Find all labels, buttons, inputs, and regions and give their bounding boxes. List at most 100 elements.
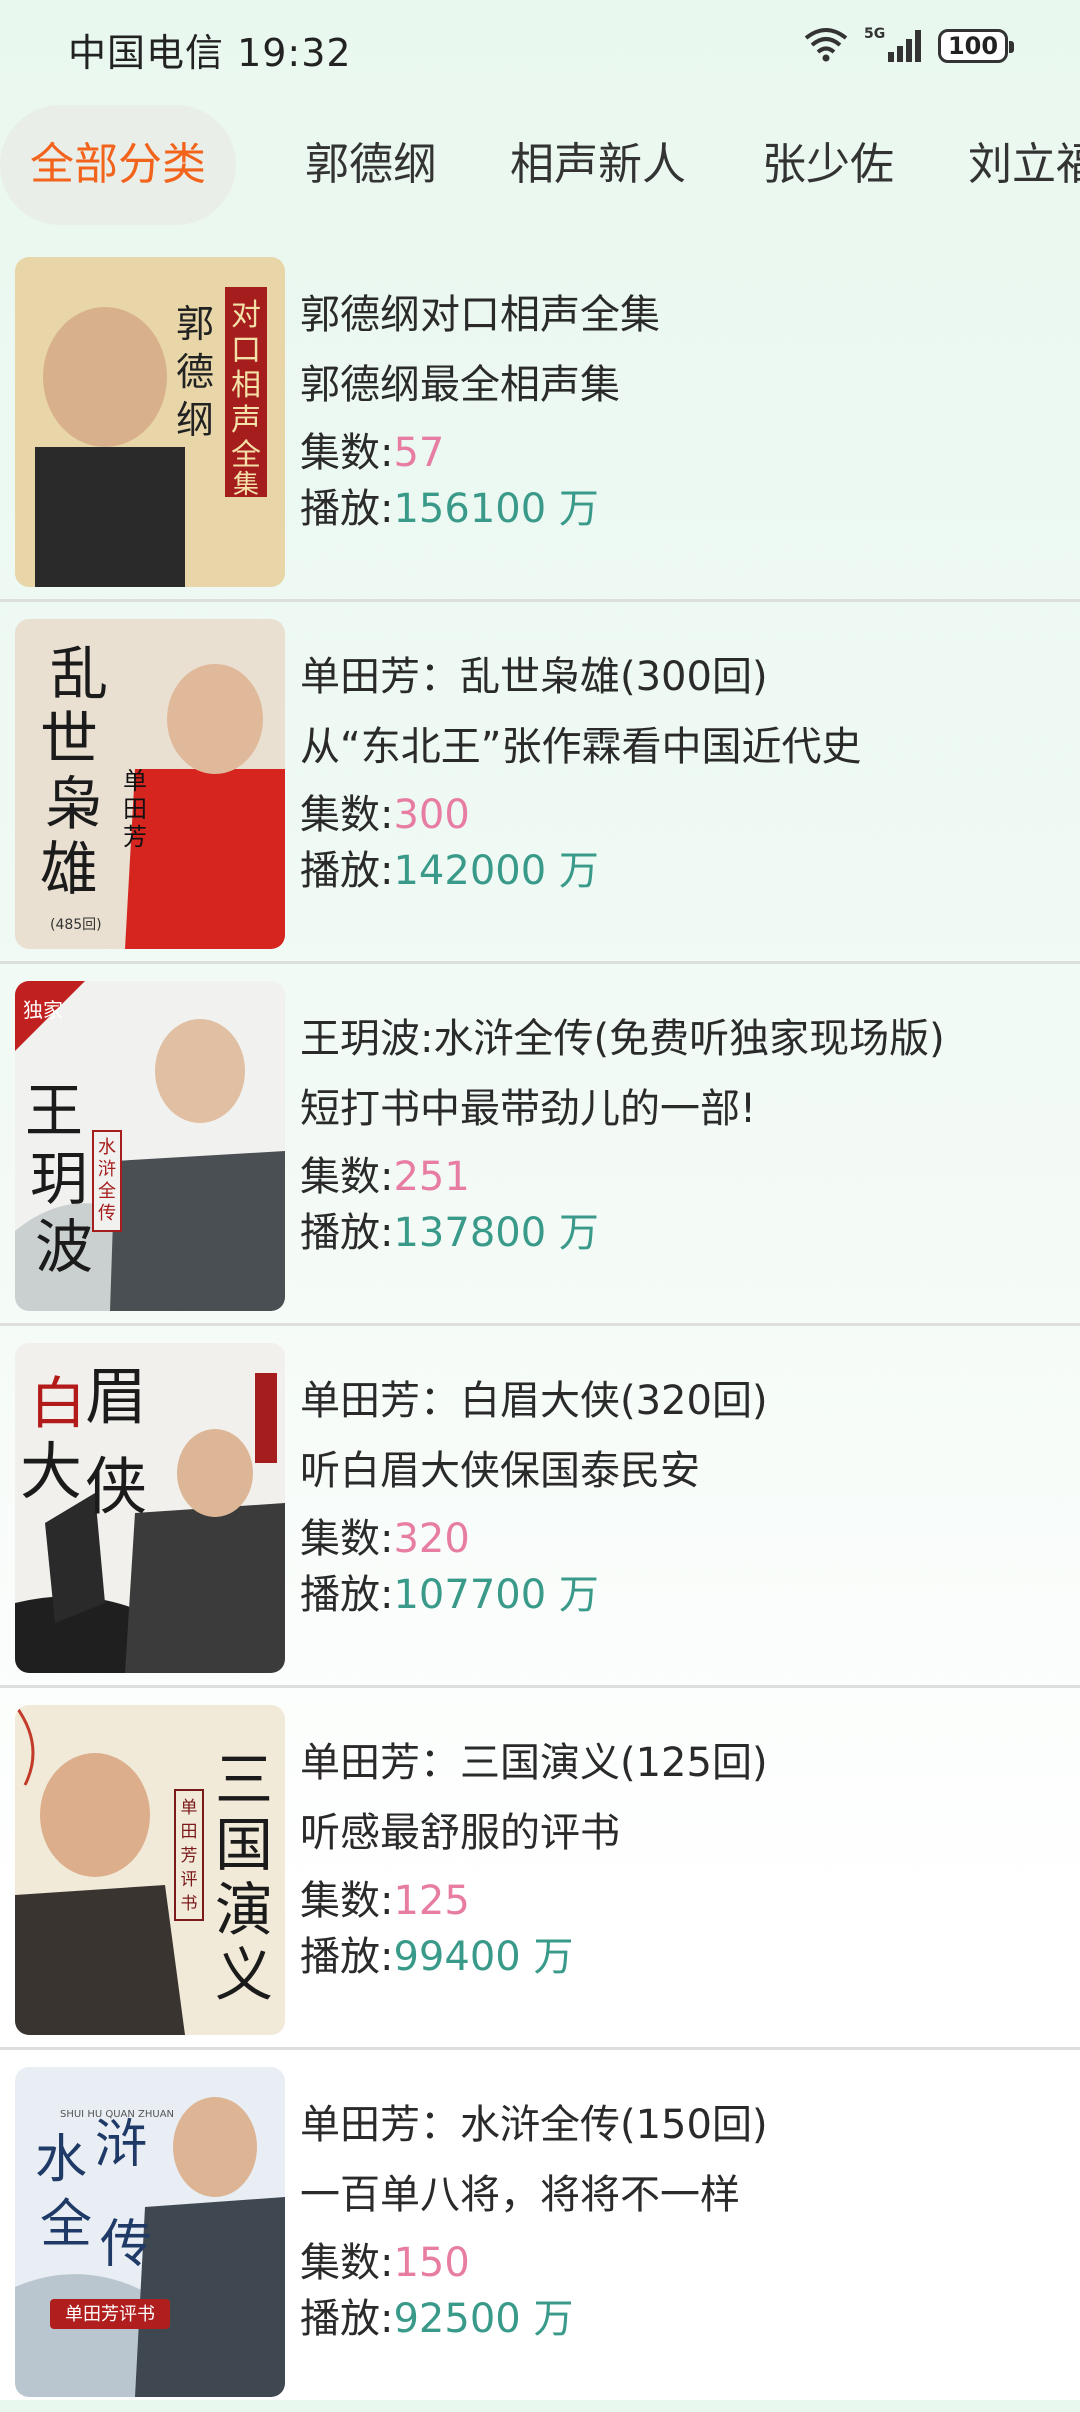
plays-label: 播放: [300,1572,394,1618]
item-subtitle: 听感最舒服的评书 [300,1810,620,1856]
episodes-label: 集数: [300,1154,394,1200]
plays-count: 107700 万 [393,1572,599,1618]
item-title: 单田芳：水浒全传(150回) [300,2102,768,2148]
item-subtitle: 郭德纲最全相声集 [300,362,620,408]
plays-line: 播放:107700 万 [300,1562,599,1620]
list-item[interactable]: 白 眉 大 侠 单田芳：白眉大侠(320回) 听白眉大侠保国泰民安 集数:320… [0,1326,1080,1688]
svg-text:全: 全 [40,2195,92,2255]
svg-text:口: 口 [231,333,261,368]
svg-text:声: 声 [231,403,261,438]
svg-text:相: 相 [231,368,261,403]
status-icons: 5G 100 [802,24,1014,68]
cover-image: 乱 世 枭 雄 单 田 芳 (485回) [15,619,285,949]
item-subtitle: 听白眉大侠保国泰民安 [300,1448,700,1494]
svg-text:全: 全 [98,1181,116,1202]
svg-text:德: 德 [176,350,214,394]
episodes-count: 320 [393,1516,470,1562]
item-subtitle: 一百单八将，将将不一样 [300,2172,740,2218]
svg-text:书: 书 [181,1894,198,1914]
episodes-label: 集数: [300,1878,394,1924]
svg-text:浒: 浒 [95,2115,147,2175]
plays-count: 142000 万 [393,848,599,894]
plays-line: 播放:99400 万 [300,1924,573,1982]
svg-text:郭: 郭 [176,302,214,346]
episodes-line: 集数:150 [300,2230,470,2288]
svg-text:眉: 眉 [85,1360,147,1433]
battery-icon: 100 [938,29,1014,63]
battery-level: 100 [947,32,999,60]
cover-image: 白 眉 大 侠 [15,1343,285,1673]
plays-count: 92500 万 [393,2296,574,2342]
plays-label: 播放: [300,1934,394,1980]
svg-text:白: 白 [30,1372,86,1437]
cover-image: 独家 王 玥 波 水 浒 全 传 [15,981,285,1311]
tab-xiangsheng-new[interactable]: 相声新人 [510,105,686,225]
svg-text:评: 评 [181,1870,198,1890]
svg-text:水: 水 [98,1137,116,1158]
svg-text:侠: 侠 [85,1450,147,1523]
cover-image: 单 田 芳 评 书 三 国 演 义 [15,1705,285,2035]
svg-text:浒: 浒 [98,1159,116,1180]
status-bar: 中国电信 19:32 5G 100 [0,0,1080,100]
item-title: 王玥波:水浒全传(免费听独家现场版) [300,1016,945,1062]
svg-text:波: 波 [35,1213,93,1281]
carrier-time: 中国电信 19:32 [68,31,352,75]
wifi-icon [802,24,850,68]
svg-text:枭: 枭 [45,770,103,838]
plays-line: 播放:142000 万 [300,838,599,896]
list-item[interactable]: 独家 王 玥 波 水 浒 全 传 王玥波:水浒全传(免费听独家现场版) 短打书中… [0,964,1080,1326]
svg-text:玥: 玥 [30,1145,88,1213]
item-title: 单田芳：乱世枭雄(300回) [300,654,768,700]
item-subtitle: 短打书中最带劲儿的一部! [300,1086,757,1132]
plays-line: 播放:137800 万 [300,1200,599,1258]
item-title: 单田芳：三国演义(125回) [300,1740,768,1786]
cover-badge: 独家 [23,998,63,1022]
svg-text:单: 单 [123,767,147,795]
list-item[interactable]: 单 田 芳 评 书 三 国 演 义 单田芳：三国演义(125回) 听感最舒服的评… [0,1688,1080,2050]
tab-all[interactable]: 全部分类 [0,105,236,225]
episodes-count: 150 [393,2240,470,2286]
network-label: 5G [864,26,885,42]
episodes-line: 集数:300 [300,782,470,840]
svg-text:世: 世 [40,705,98,773]
episodes-line: 集数:251 [300,1144,470,1202]
tab-liu-lifu[interactable]: 刘立福 [968,105,1080,225]
svg-text:传: 传 [98,1203,116,1224]
cover-image: 对 口 相 声 全 集 郭 德 纲 [15,257,285,587]
item-subtitle: 从“东北王”张作霖看中国近代史 [300,724,862,770]
svg-text:纲: 纲 [176,398,214,442]
svg-text:传: 传 [100,2215,152,2275]
episodes-label: 集数: [300,2240,394,2286]
list-item[interactable]: 乱 世 枭 雄 单 田 芳 (485回) 单田芳：乱世枭雄(300回) 从“东北… [0,602,1080,964]
svg-text:水: 水 [35,2130,87,2190]
svg-text:义: 义 [215,1941,273,2009]
episodes-line: 集数:125 [300,1868,470,1926]
plays-label: 播放: [300,2296,394,2342]
svg-text:芳: 芳 [181,1846,198,1866]
list-item[interactable]: SHUI HU QUAN ZHUAN 水 浒 全 传 单田芳评书 单田芳：水浒全… [0,2050,1080,2412]
cover-image: SHUI HU QUAN ZHUAN 水 浒 全 传 单田芳评书 [15,2067,285,2397]
episodes-count: 125 [393,1878,470,1924]
item-title: 单田芳：白眉大侠(320回) [300,1378,768,1424]
svg-text:王: 王 [25,1077,83,1145]
tab-zhang-shaozuo[interactable]: 张少佐 [762,105,894,225]
episodes-line: 集数:57 [300,420,444,478]
svg-text:三: 三 [215,1746,273,1814]
plays-count: 99400 万 [393,1934,574,1980]
episodes-count: 300 [393,792,470,838]
cover-side-text: 对 [231,298,261,333]
svg-text:演: 演 [215,1876,273,1944]
episodes-label: 集数: [300,792,394,838]
svg-text:乱: 乱 [50,640,108,708]
svg-text:国: 国 [215,1811,273,1879]
plays-line: 播放:92500 万 [300,2286,573,2344]
episodes-count: 251 [393,1154,470,1200]
svg-text:田: 田 [181,1822,198,1842]
cover-small-text: (485回) [50,917,102,933]
svg-text:田: 田 [123,795,147,823]
tab-guo-degang[interactable]: 郭德纲 [305,105,437,225]
plays-count: 156100 万 [393,486,599,532]
signal-icon: 5G [864,24,924,68]
svg-text:大: 大 [20,1435,82,1508]
list-item[interactable]: 对 口 相 声 全 集 郭 德 纲 郭德纲对口相声全集 郭德纲最全相声集 集数:… [0,240,1080,602]
